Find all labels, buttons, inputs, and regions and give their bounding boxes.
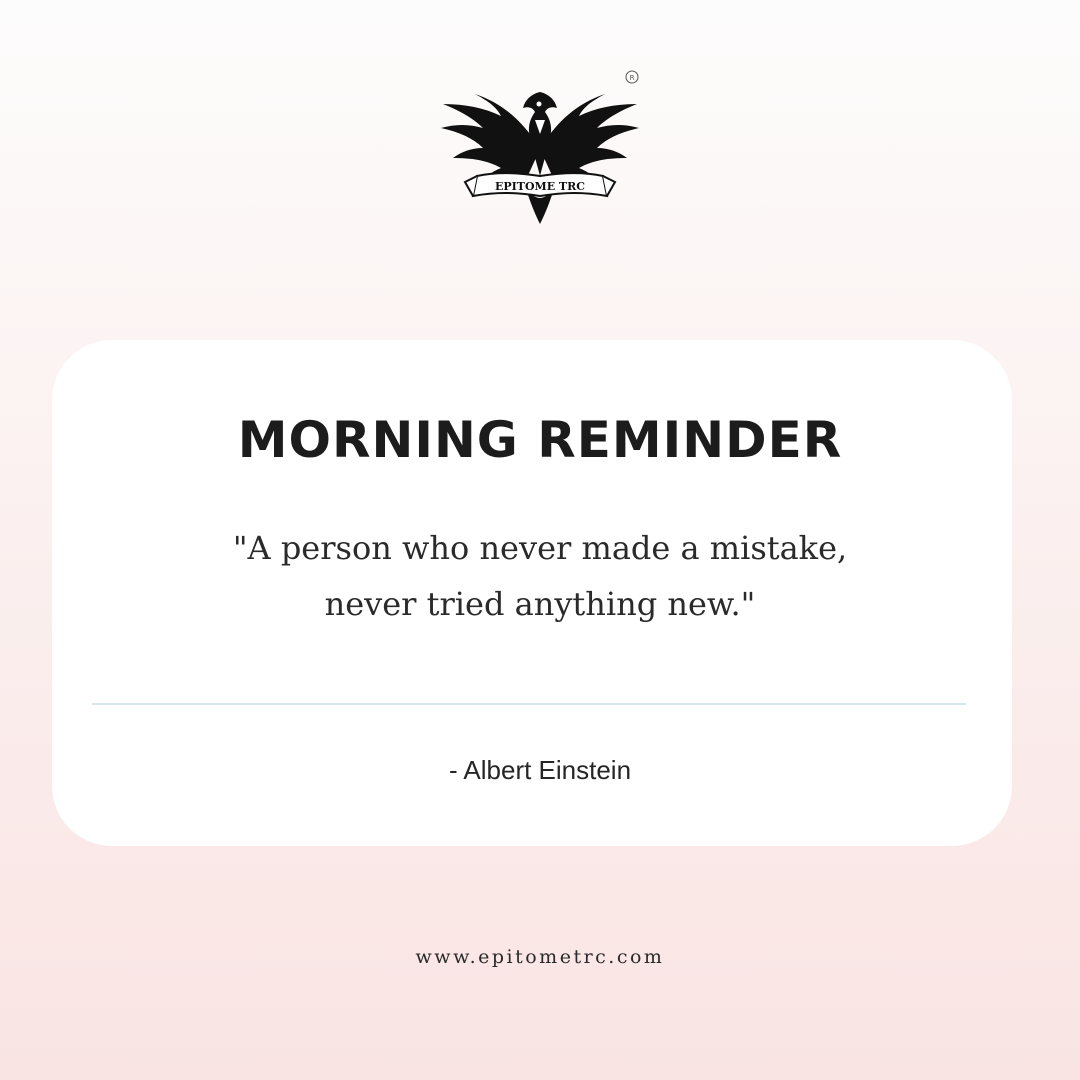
quote-author: - Albert Einstein xyxy=(448,755,632,785)
quote-text: "A person who never made a mistake, neve… xyxy=(0,520,1080,632)
brand-logo: EPITOME TRC R xyxy=(435,64,645,229)
quote-line-2: never tried anything new." xyxy=(324,585,756,623)
divider xyxy=(92,703,966,705)
logo-banner-text: EPITOME TRC xyxy=(495,180,585,193)
quote-line-1: "A person who never made a mistake, xyxy=(232,529,848,567)
registered-mark: R xyxy=(630,74,635,82)
eagle-emblem-icon: EPITOME TRC R xyxy=(441,70,639,224)
website-link[interactable]: www.epitometrc.com xyxy=(0,944,1080,970)
card-title: MORNING REMINDER xyxy=(237,411,843,469)
